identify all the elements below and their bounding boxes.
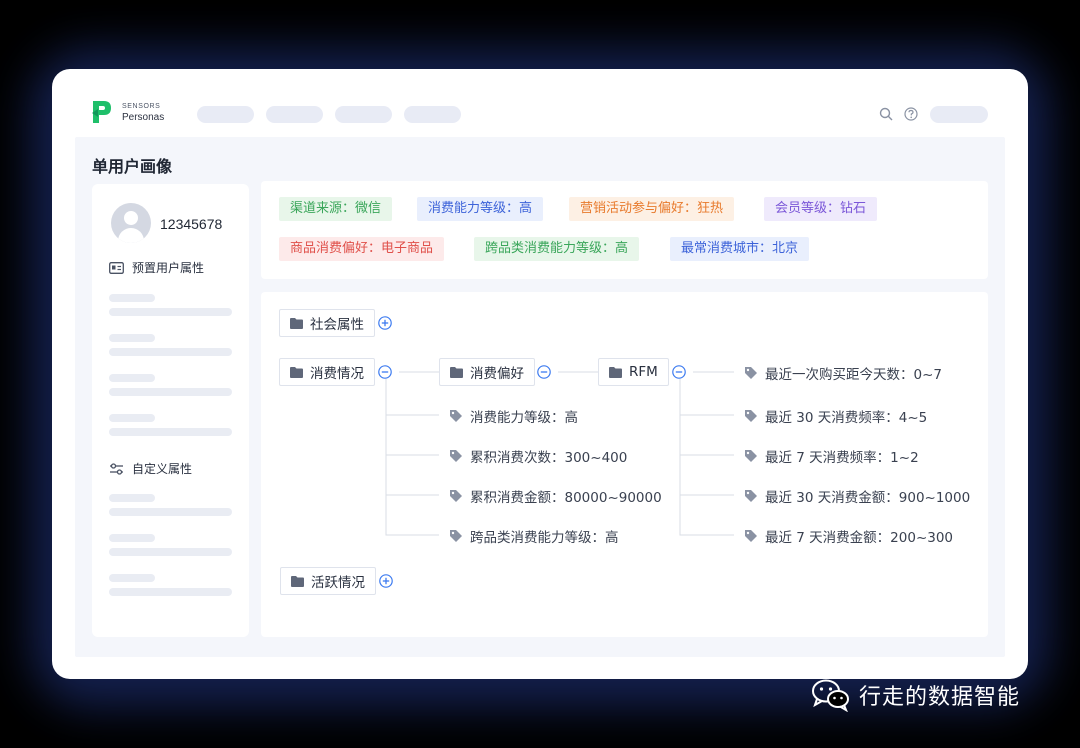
placeholder-line xyxy=(109,388,232,396)
watermark: 行走的数据智能 xyxy=(811,678,1020,712)
tree-leaf: 最近 7 天消费金额：200~300 xyxy=(744,526,953,546)
expand-icon[interactable] xyxy=(379,574,393,588)
user-id: 12345678 xyxy=(160,216,223,232)
collapse-icon[interactable] xyxy=(537,365,551,379)
leaf-label: 最近一次购买距今天数：0~7 xyxy=(765,367,942,383)
main-content: 单用户画像 12345678 预置用户属性 自定义属性 渠道来源：微信 消费能力… xyxy=(75,137,1005,657)
folder-icon xyxy=(450,366,463,378)
leaf-label: 最近 30 天消费频率：4~5 xyxy=(765,410,928,426)
folder-icon xyxy=(290,317,303,329)
watermark-text: 行走的数据智能 xyxy=(859,685,1021,710)
leaf-label: 最近 30 天消费金额：900~1000 xyxy=(765,490,971,506)
leaf-label: 累积消费次数：300~400 xyxy=(470,450,628,466)
placeholder-line xyxy=(109,428,232,436)
tree-leaf: 跨品类消费能力等级：高 xyxy=(449,526,619,546)
tag-icon xyxy=(450,490,462,502)
nav-item-4[interactable] xyxy=(404,106,461,123)
expand-icon[interactable] xyxy=(378,316,392,330)
placeholder-line xyxy=(109,548,232,556)
user-tag: 跨品类消费能力等级：高 xyxy=(474,237,640,261)
custom-attributes-header[interactable]: 自定义属性 xyxy=(109,460,192,477)
placeholder-line xyxy=(109,574,155,582)
tag-icon xyxy=(745,450,757,462)
wechat-icon xyxy=(812,679,849,712)
avatar xyxy=(111,203,151,243)
placeholder-line xyxy=(109,494,155,502)
nav-item-3[interactable] xyxy=(335,106,392,123)
tree-leaf: 消费能力等级：高 xyxy=(449,406,578,426)
custom-attributes-label: 自定义属性 xyxy=(132,462,193,476)
placeholder-line xyxy=(109,508,232,516)
node-label: 消费偏好 xyxy=(470,366,524,382)
brand-name: SENSORS Personas xyxy=(122,103,164,123)
user-sidebar: 12345678 预置用户属性 自定义属性 xyxy=(92,184,249,637)
tag-icon xyxy=(450,450,462,462)
node-label: 消费情况 xyxy=(310,366,364,382)
node-label: 社会属性 xyxy=(310,317,364,333)
user-menu[interactable] xyxy=(930,106,988,123)
node-rfm[interactable]: RFM xyxy=(598,358,669,386)
leaf-label: 最近 7 天消费金额：200~300 xyxy=(765,530,954,546)
tag-icon xyxy=(745,530,757,542)
tag-icon xyxy=(745,410,757,422)
placeholder-line xyxy=(109,348,232,356)
leaf-label: 最近 7 天消费频率：1~2 xyxy=(765,450,919,466)
node-social-attributes[interactable]: 社会属性 xyxy=(279,309,375,337)
leaf-label: 消费能力等级：高 xyxy=(470,410,578,426)
folder-icon xyxy=(609,366,622,378)
tree-leaf: 最近 30 天消费频率：4~5 xyxy=(744,406,927,426)
placeholder-line xyxy=(109,588,232,596)
node-consumption-preference[interactable]: 消费偏好 xyxy=(439,358,535,386)
placeholder-line xyxy=(109,414,155,422)
sliders-icon xyxy=(110,462,123,475)
tag-icon xyxy=(745,490,757,502)
tag-panel: 渠道来源：微信 消费能力等级：高 营销活动参与偏好：狂热 会员等级：钻石 商品消… xyxy=(261,181,988,279)
tag-icon xyxy=(450,530,462,542)
collapse-icon[interactable] xyxy=(672,365,686,379)
app-window: SENSORS Personas 单用户画像 12345678 预置用户属性 自… xyxy=(52,69,1028,679)
placeholder-line xyxy=(109,534,155,542)
user-tag: 最常消费城市：北京 xyxy=(670,237,810,261)
tree-leaf: 累积消费金额：80000~90000 xyxy=(449,486,662,506)
node-label: 活跃情况 xyxy=(311,575,365,591)
node-activity[interactable]: 活跃情况 xyxy=(280,567,376,595)
placeholder-line xyxy=(109,374,155,382)
search-icon[interactable] xyxy=(879,107,893,121)
leaf-label: 累积消费金额：80000~90000 xyxy=(470,490,662,506)
folder-icon xyxy=(290,366,303,378)
nav-item-1[interactable] xyxy=(197,106,254,123)
placeholder-line xyxy=(109,334,155,342)
user-tag: 渠道来源：微信 xyxy=(279,197,393,221)
tree-leaf: 最近 30 天消费金额：900~1000 xyxy=(744,486,970,506)
user-tag: 消费能力等级：高 xyxy=(417,197,544,221)
node-consumption[interactable]: 消费情况 xyxy=(279,358,375,386)
user-tag: 会员等级：钻石 xyxy=(764,197,878,221)
leaf-label: 跨品类消费能力等级：高 xyxy=(470,530,619,546)
nav-item-2[interactable] xyxy=(266,106,323,123)
placeholder-line xyxy=(109,294,155,302)
logo-icon xyxy=(92,101,111,123)
top-bar: SENSORS Personas xyxy=(52,69,1028,135)
user-tag: 商品消费偏好：电子商品 xyxy=(279,237,445,261)
user-tag: 营销活动参与偏好：狂热 xyxy=(569,197,735,221)
attribute-tree-panel: 社会属性 消费情况 消费偏好 RFM 消费能力等级：高 累积消费次数：300~4… xyxy=(261,292,988,637)
tag-icon xyxy=(745,367,757,379)
node-label: RFM xyxy=(629,364,658,380)
page-title: 单用户画像 xyxy=(92,157,173,176)
placeholder-line xyxy=(109,308,232,316)
preset-attributes-header[interactable]: 预置用户属性 xyxy=(109,259,204,276)
tag-icon xyxy=(450,410,462,422)
collapse-icon[interactable] xyxy=(378,365,392,379)
tree-leaf: 最近 7 天消费频率：1~2 xyxy=(744,446,919,466)
tree-leaf: 最近一次购买距今天数：0~7 xyxy=(744,363,942,383)
brand-top: SENSORS xyxy=(122,103,161,110)
tree-leaf: 累积消费次数：300~400 xyxy=(449,446,627,466)
preset-attributes-label: 预置用户属性 xyxy=(132,261,205,275)
brand-bottom: Personas xyxy=(122,112,165,123)
folder-icon xyxy=(291,575,304,587)
help-icon[interactable] xyxy=(904,107,918,121)
id-card-icon xyxy=(109,261,124,274)
